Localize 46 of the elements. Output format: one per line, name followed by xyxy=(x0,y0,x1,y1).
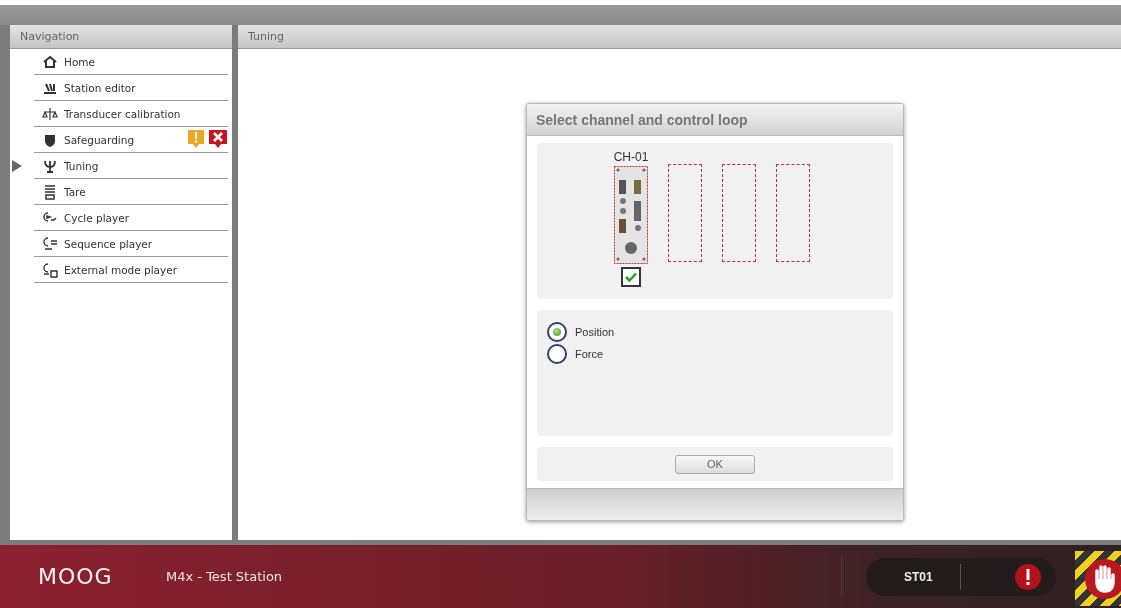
nav-item[interactable]: Tuning xyxy=(34,153,228,179)
station-status[interactable]: ST01 xyxy=(866,557,1056,596)
play-box-icon xyxy=(42,261,58,278)
logo: MOOG xyxy=(38,564,114,589)
nav-label: Tuning xyxy=(64,159,99,172)
nav-label: External mode player xyxy=(64,263,178,276)
empty-slot[interactable] xyxy=(776,164,810,263)
nav-item[interactable]: Safeguarding xyxy=(34,127,228,153)
nav-label: Tare xyxy=(64,185,86,198)
nav-item[interactable]: Home xyxy=(34,49,228,75)
ok-button[interactable]: OK xyxy=(675,455,755,474)
empty-slot[interactable] xyxy=(722,164,756,263)
station-id: ST01 xyxy=(904,569,934,584)
empty-slot[interactable] xyxy=(668,164,702,263)
nav-label: Station editor xyxy=(64,81,136,94)
channel-module[interactable] xyxy=(614,166,648,265)
nav-label: Cycle player xyxy=(64,211,130,224)
panel-title: Tuning xyxy=(238,25,1121,49)
nav-item[interactable]: Station editor xyxy=(34,75,228,101)
alert-icon[interactable] xyxy=(1014,562,1042,591)
channel-label: CH-01 xyxy=(613,151,649,165)
play-list-icon xyxy=(42,235,58,252)
error-badge-icon xyxy=(208,129,228,149)
nav-item[interactable]: Sequence player xyxy=(34,231,228,257)
nav-label: Sequence player xyxy=(64,237,153,250)
dialog-title: Select channel and control loop xyxy=(527,104,903,137)
warning-badge-icon xyxy=(187,129,205,149)
checkmark-icon xyxy=(625,272,637,283)
radio-button[interactable] xyxy=(547,322,567,343)
stack-icon xyxy=(42,183,58,200)
nav-item[interactable]: Transducer calibration xyxy=(34,101,228,127)
nav-label: Transducer calibration xyxy=(64,107,181,120)
radio-label: Force xyxy=(575,348,604,361)
radio-label: Position xyxy=(575,326,615,339)
station-title: M4x - Test Station xyxy=(166,569,284,584)
navigation-title: Navigation xyxy=(10,25,232,49)
radio-button[interactable] xyxy=(547,344,567,365)
channel-checkbox[interactable] xyxy=(621,267,641,288)
nav-label: Safeguarding xyxy=(64,133,135,146)
nav-item[interactable]: Cycle player xyxy=(34,205,228,231)
nav-label: Home xyxy=(64,55,95,68)
home-icon xyxy=(42,53,58,70)
stop-hand-icon[interactable] xyxy=(1083,556,1121,601)
nav-item[interactable]: External mode player xyxy=(34,257,228,283)
nav-item[interactable]: Tare xyxy=(34,179,228,205)
scale-icon xyxy=(42,105,58,122)
